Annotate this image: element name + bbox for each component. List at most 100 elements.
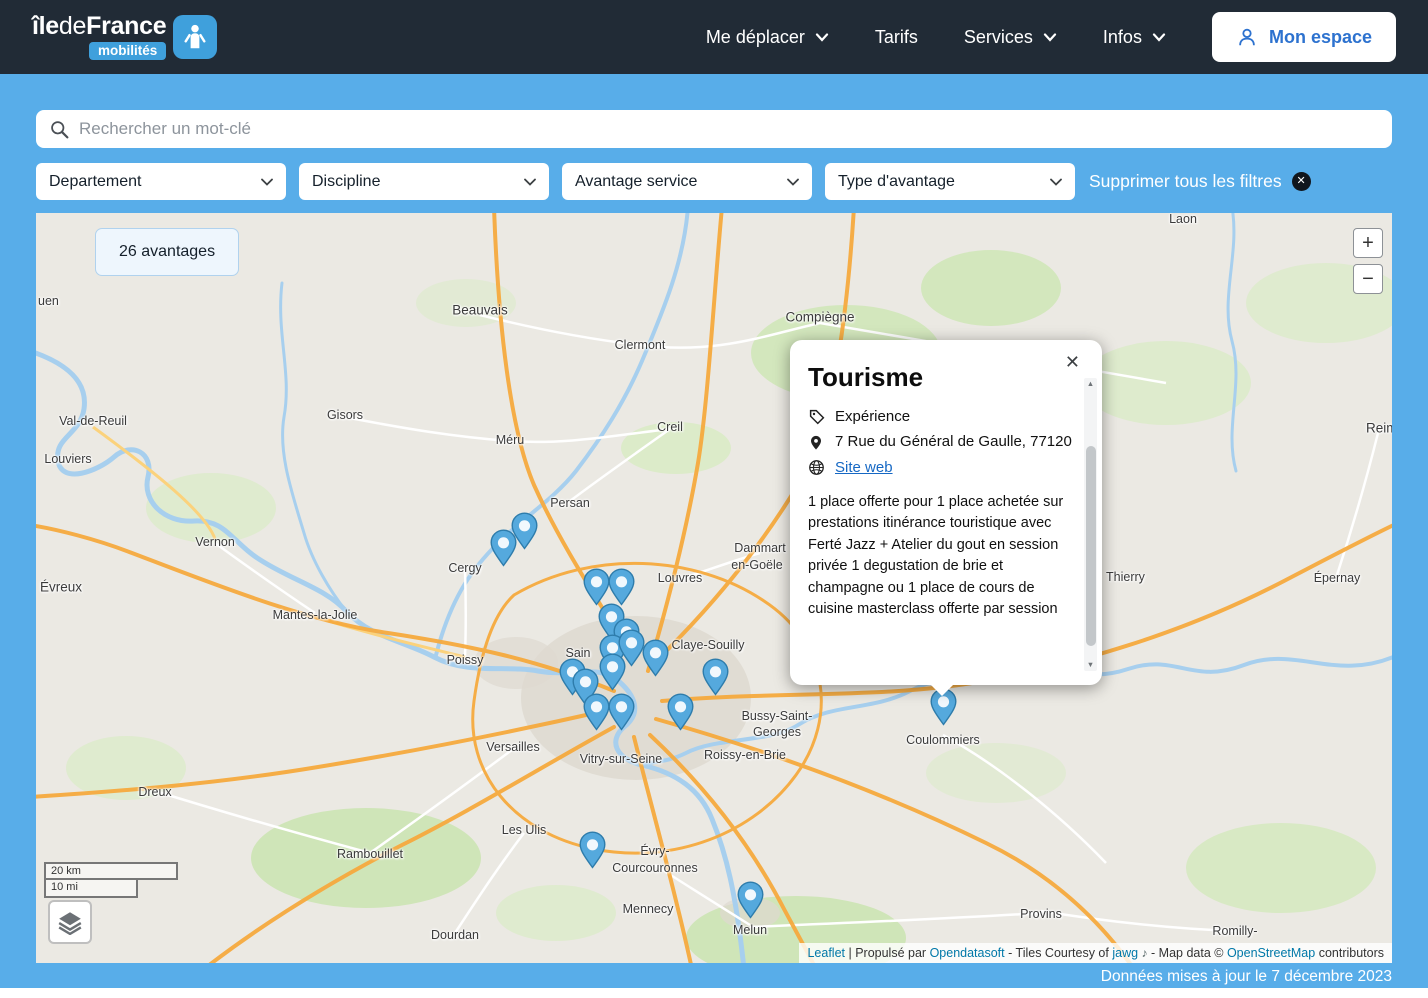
search-panel: Departement Discipline Avantage service Typ… <box>0 74 1428 998</box>
map-marker-pin[interactable] <box>607 568 635 606</box>
nav-item-services[interactable]: Services <box>964 27 1057 48</box>
filter-dropdown-discipline[interactable]: Discipline <box>299 163 549 200</box>
map-marker-pin[interactable] <box>641 639 669 677</box>
zoom-out-button[interactable]: − <box>1353 264 1383 294</box>
map-marker-pin[interactable] <box>510 512 538 550</box>
attribution-text: | Propulsé par <box>848 946 927 960</box>
globe-icon <box>808 459 826 476</box>
leaflet-link[interactable]: Leaflet <box>807 946 845 960</box>
filter-dropdown-label: Departement <box>49 172 142 190</box>
map-pins <box>36 213 1392 963</box>
logo-subtitle: mobilités <box>89 42 167 60</box>
map-scale: 20 km 10 mi <box>44 862 178 898</box>
marker-pin-icon <box>666 693 694 731</box>
map-marker-pin[interactable] <box>578 831 606 869</box>
chevron-down-icon <box>1043 32 1057 42</box>
chevron-down-icon <box>261 178 273 186</box>
marker-pin-icon <box>582 568 610 606</box>
layers-control[interactable] <box>48 900 92 944</box>
marker-pin-icon <box>578 831 606 869</box>
nav-item-label: Infos <box>1102 26 1142 47</box>
chevron-down-icon <box>787 178 799 186</box>
nav-item-label: Tarifs <box>874 26 918 47</box>
marker-pin-icon <box>510 512 538 550</box>
filter-dropdown-label: Discipline <box>312 172 381 190</box>
map-marker-pin[interactable] <box>582 568 610 606</box>
marker-pin-icon <box>701 658 729 696</box>
data-updated-note: Données mises à jour le 7 décembre 2023 <box>1100 968 1392 985</box>
nav-item-infos[interactable]: Infos <box>1103 27 1166 48</box>
layers-icon <box>58 912 82 935</box>
nav-item-tarifs[interactable]: Tarifs <box>875 27 918 48</box>
marker-pin-icon <box>598 653 626 691</box>
mon-espace-button[interactable]: Mon espace <box>1211 12 1396 62</box>
popup-address: 7 Rue du Général de Gaulle, 77120 <box>835 433 1072 451</box>
popup-title: Tourisme <box>808 362 924 392</box>
search-icon <box>51 120 69 138</box>
idfm-logo[interactable]: îledeFrance mobilités <box>32 12 218 60</box>
filter-dropdown-label: Avantage service <box>575 172 698 190</box>
map-marker-pin[interactable] <box>701 658 729 696</box>
map-attribution: Leaflet | Propulsé par Opendatasoft - Ti… <box>799 943 1392 963</box>
scale-mi: 10 mi <box>44 880 138 898</box>
map-marker-pin[interactable] <box>607 693 635 731</box>
nav-item-label: Me déplacer <box>705 26 805 47</box>
zoom-in-button[interactable]: + <box>1353 228 1383 258</box>
mon-espace-label: Mon espace <box>1268 26 1372 47</box>
chevron-down-icon <box>1152 32 1166 42</box>
main-nav: Me déplacer Tarifs Services Infos <box>706 27 1166 48</box>
search-input[interactable] <box>79 119 1379 139</box>
chevron-down-icon <box>524 178 536 186</box>
map-marker-pin[interactable] <box>736 881 764 919</box>
chevron-down-icon <box>1050 178 1062 186</box>
map-marker-pin[interactable] <box>666 693 694 731</box>
marker-pin-icon <box>582 693 610 731</box>
marker-pin-icon <box>607 568 635 606</box>
marker-pin-icon <box>736 881 764 919</box>
user-icon <box>1239 28 1255 46</box>
logo-title: îledeFrance <box>32 12 167 40</box>
jawg-link[interactable]: jawg <box>1112 946 1138 960</box>
filter-dropdowns: Departement Discipline Avantage service Typ… <box>36 163 1075 200</box>
idfm-person-icon <box>173 15 218 59</box>
map[interactable]: uen Beauvais Compiègne Laon Clermont Gisors Mé… <box>36 213 1392 963</box>
search-bar <box>36 110 1392 148</box>
clear-filters-button[interactable]: Supprimer tous les filtres ✕ <box>1089 171 1311 192</box>
popup-tail <box>930 684 954 696</box>
filter-dropdown-type-avantage[interactable]: Type d'avantage <box>825 163 1075 200</box>
popup-category: Expérience <box>835 408 911 425</box>
scrollbar-thumb[interactable] <box>1085 446 1096 646</box>
filter-dropdown-avantage-service[interactable]: Avantage service <box>562 163 812 200</box>
opendatasoft-link[interactable]: Opendatasoft <box>930 946 1005 960</box>
attribution-text: contributors <box>1318 946 1384 960</box>
popup-close-button[interactable]: ✕ <box>1065 352 1080 373</box>
map-marker-pin[interactable] <box>582 693 610 731</box>
filter-row: Departement Discipline Avantage service Typ… <box>36 163 1392 200</box>
next-section-edge <box>0 988 1428 998</box>
nav-item-me-deplacer[interactable]: Me déplacer <box>706 27 829 48</box>
popup-website-link[interactable]: Site web <box>835 458 893 478</box>
scroll-up-arrow[interactable]: ▲ <box>1084 378 1097 390</box>
zoom-controls: + − <box>1353 228 1383 294</box>
popup-scrollbar[interactable]: ▲ ▼ <box>1084 378 1097 671</box>
filter-dropdown-label: Type d'avantage <box>838 172 955 190</box>
results-count-badge: 26 avantages <box>95 228 240 276</box>
attribution-text: - Map data © <box>1151 946 1224 960</box>
marker-pin-icon <box>641 639 669 677</box>
top-header: îledeFrance mobilités Me déplacer Tarifs S… <box>0 0 1428 74</box>
tag-icon <box>808 408 826 426</box>
chevron-down-icon <box>815 32 828 42</box>
openstreetmap-link[interactable]: OpenStreetMap <box>1227 946 1315 960</box>
nav-item-label: Services <box>963 26 1033 47</box>
filter-dropdown-departement[interactable]: Departement <box>36 163 286 200</box>
scroll-down-arrow[interactable]: ▼ <box>1084 659 1097 671</box>
scale-km: 20 km <box>44 862 178 880</box>
clear-filters-icon: ✕ <box>1291 172 1311 191</box>
attribution-text: - Tiles Courtesy of <box>1008 946 1109 960</box>
jawg-icon: ♪ <box>1141 946 1148 960</box>
map-marker-pin[interactable] <box>598 653 626 691</box>
clear-filters-label: Supprimer tous les filtres <box>1089 171 1282 191</box>
marker-pin-icon <box>607 693 635 731</box>
popup-description: 1 place offerte pour 1 place achetée sur… <box>808 493 1064 618</box>
map-popup: ✕ Tourisme Expérience 7 Rue du Général d… <box>790 340 1102 696</box>
